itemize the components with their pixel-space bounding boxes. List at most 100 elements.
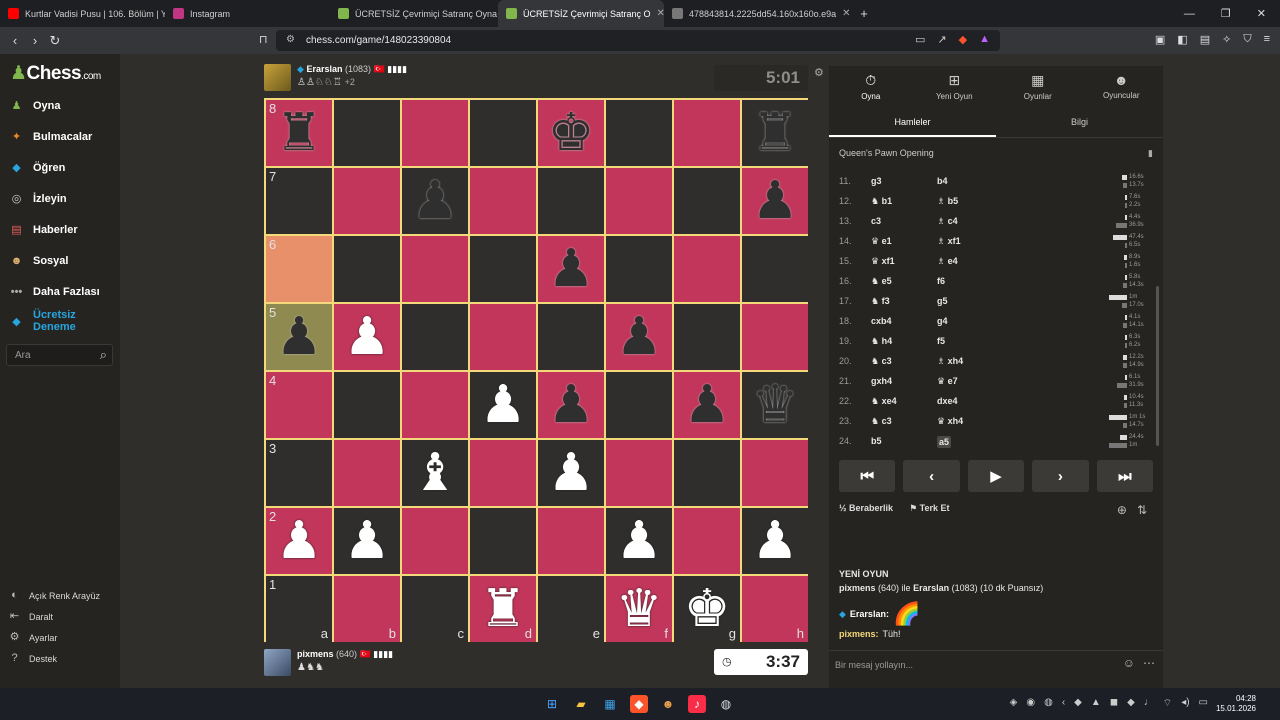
bottom-player-name[interactable]: pixmens bbox=[297, 649, 334, 659]
flip-board-icon[interactable]: ⇅ bbox=[1137, 503, 1147, 517]
white-queen-icon[interactable]: ♛ bbox=[616, 583, 663, 635]
square-a7[interactable]: 7 bbox=[266, 168, 332, 234]
black-move[interactable]: ♛ e7 bbox=[937, 376, 958, 387]
square-d2[interactable] bbox=[470, 508, 536, 574]
white-pawn-icon[interactable]: ♟ bbox=[344, 515, 391, 567]
square-f6[interactable] bbox=[606, 236, 672, 302]
cast-icon[interactable]: ▭ bbox=[915, 33, 925, 46]
square-h5[interactable] bbox=[742, 304, 808, 370]
square-e3[interactable]: ♟ bbox=[538, 440, 604, 506]
black-move[interactable]: ♗ xf1 bbox=[937, 236, 961, 247]
browser-tab[interactable]: ÜCRETSİZ Çevrimiçi Satranç O ✕ bbox=[498, 0, 664, 27]
square-a2[interactable]: 2 ♟ bbox=[266, 508, 332, 574]
sidebar-bottom-item[interactable]: ◐ Açık Renk Arayüz bbox=[8, 589, 100, 602]
square-e2[interactable] bbox=[538, 508, 604, 574]
square-g1[interactable]: g ♚ bbox=[674, 576, 740, 642]
sidebar-bottom-item[interactable]: ⚙ Ayarlar bbox=[8, 631, 58, 644]
white-pawn-icon[interactable]: ♟ bbox=[548, 447, 595, 499]
back-button[interactable]: ‹ bbox=[5, 33, 25, 48]
previous-move-button[interactable]: ‹ bbox=[903, 460, 960, 492]
panel-tab[interactable]: ⊞ Yeni Oyun bbox=[913, 66, 997, 106]
white-king-icon[interactable]: ♚ bbox=[684, 583, 731, 635]
square-e4[interactable]: ♟ bbox=[538, 372, 604, 438]
new-tab-button[interactable]: + bbox=[853, 6, 875, 21]
sidebar-item[interactable]: ◆ Öğren bbox=[8, 159, 65, 176]
vpn-icon[interactable]: ⛉ bbox=[1243, 33, 1251, 46]
square-f4[interactable] bbox=[606, 372, 672, 438]
sidebar-item[interactable]: ▤ Haberler bbox=[8, 221, 77, 238]
square-c8[interactable] bbox=[402, 100, 468, 166]
black-move[interactable]: ♛ xh4 bbox=[937, 416, 963, 427]
tray-app-icon[interactable]: ◆ bbox=[1074, 697, 1082, 710]
panel-tab[interactable]: ☻ Oyuncular bbox=[1080, 66, 1164, 106]
square-f5[interactable]: ♟ bbox=[606, 304, 672, 370]
board-settings-icon[interactable]: ⚙ bbox=[814, 66, 824, 79]
chat-input[interactable]: Bir mesaj yollayın... bbox=[829, 650, 1163, 678]
square-h1[interactable]: h bbox=[742, 576, 808, 642]
more-options-icon[interactable]: ⋯ bbox=[1143, 656, 1155, 670]
panel-tab[interactable]: ⏱ Oyna bbox=[829, 66, 913, 106]
black-pawn-icon[interactable]: ♟ bbox=[684, 379, 731, 431]
black-move[interactable]: a5 bbox=[937, 436, 952, 448]
draw-button[interactable]: ½ Beraberlik bbox=[839, 503, 893, 514]
square-h8[interactable]: ♜ bbox=[742, 100, 808, 166]
reload-button[interactable]: ↻ bbox=[45, 33, 65, 49]
tray-app-icon[interactable]: ◈ bbox=[1010, 697, 1018, 710]
leo-icon[interactable]: ✧ bbox=[1222, 33, 1231, 46]
rewards-icon[interactable]: ▲ bbox=[979, 33, 990, 46]
volume-icon[interactable]: ◂) bbox=[1181, 697, 1189, 710]
black-queen-icon[interactable]: ♛ bbox=[752, 379, 799, 431]
store-icon[interactable]: ▦ bbox=[601, 695, 619, 713]
square-c5[interactable] bbox=[402, 304, 468, 370]
square-g3[interactable] bbox=[674, 440, 740, 506]
next-move-button[interactable]: › bbox=[1032, 460, 1089, 492]
white-move[interactable]: b5 bbox=[871, 436, 882, 446]
game-app-icon[interactable]: ☻ bbox=[659, 695, 677, 713]
square-a8[interactable]: 8 ♜ bbox=[266, 100, 332, 166]
square-d5[interactable] bbox=[470, 304, 536, 370]
black-move[interactable]: f5 bbox=[937, 336, 945, 346]
white-move[interactable]: c3 bbox=[871, 216, 881, 226]
opening-name[interactable]: Queen's Pawn Opening bbox=[839, 148, 934, 158]
maximize-button[interactable]: ❐ bbox=[1221, 7, 1231, 20]
square-e5[interactable] bbox=[538, 304, 604, 370]
share-game-icon[interactable]: ⊕ bbox=[1117, 503, 1127, 517]
tray-app-icon[interactable]: ◍ bbox=[1044, 697, 1053, 710]
brave-shield-icon[interactable]: ◆ bbox=[959, 33, 967, 46]
white-move[interactable]: ♞ e5 bbox=[871, 276, 892, 287]
white-move[interactable]: ♛ e1 bbox=[871, 236, 892, 247]
windows-start-icon[interactable]: ⊞ bbox=[543, 695, 561, 713]
square-b6[interactable] bbox=[334, 236, 400, 302]
first-move-button[interactable]: ⏮ bbox=[839, 460, 896, 492]
sidebar-item[interactable]: ☻ Sosyal bbox=[8, 252, 69, 269]
last-move-button[interactable]: ⏭ bbox=[1096, 460, 1154, 492]
minimize-button[interactable]: — bbox=[1184, 8, 1195, 20]
browser-tab[interactable]: Kurtlar Vadisi Pusu | 106. Bölüm | Yük bbox=[0, 0, 165, 27]
search-input[interactable]: Ara ⌕ bbox=[6, 344, 113, 366]
black-move[interactable]: g4 bbox=[937, 316, 948, 326]
wallet-icon[interactable]: ▤ bbox=[1200, 33, 1210, 46]
black-rook-icon[interactable]: ♜ bbox=[752, 107, 799, 159]
square-a5[interactable]: 5 ♟ bbox=[266, 304, 332, 370]
square-f7[interactable] bbox=[606, 168, 672, 234]
top-player-name[interactable]: Erarslan bbox=[306, 64, 342, 74]
white-move[interactable]: gxh4 bbox=[871, 376, 892, 386]
square-a3[interactable]: 3 bbox=[266, 440, 332, 506]
white-move[interactable]: ♞ xe4 bbox=[871, 396, 897, 407]
square-g6[interactable] bbox=[674, 236, 740, 302]
white-move[interactable]: ♞ h4 bbox=[871, 336, 892, 347]
square-h6[interactable] bbox=[742, 236, 808, 302]
white-move[interactable]: ♞ c3 bbox=[871, 416, 892, 427]
tray-app-icon[interactable]: ◼ bbox=[1110, 697, 1118, 710]
square-f1[interactable]: f ♛ bbox=[606, 576, 672, 642]
white-pawn-icon[interactable]: ♟ bbox=[480, 379, 527, 431]
white-move[interactable]: ♞ b1 bbox=[871, 196, 892, 207]
sidebar-item[interactable]: ◆ Ücretsiz Deneme bbox=[8, 309, 85, 333]
close-tab-icon[interactable]: ✕ bbox=[842, 8, 850, 19]
menu-icon[interactable]: ≡ bbox=[1264, 33, 1270, 46]
square-b5[interactable]: ♟ bbox=[334, 304, 400, 370]
subtab[interactable]: Bilgi bbox=[996, 108, 1163, 137]
browser-tab[interactable]: Instagram bbox=[165, 0, 330, 27]
sidebar-bottom-item[interactable]: ⇤ Daralt bbox=[8, 610, 53, 623]
white-pawn-icon[interactable]: ♟ bbox=[752, 515, 799, 567]
